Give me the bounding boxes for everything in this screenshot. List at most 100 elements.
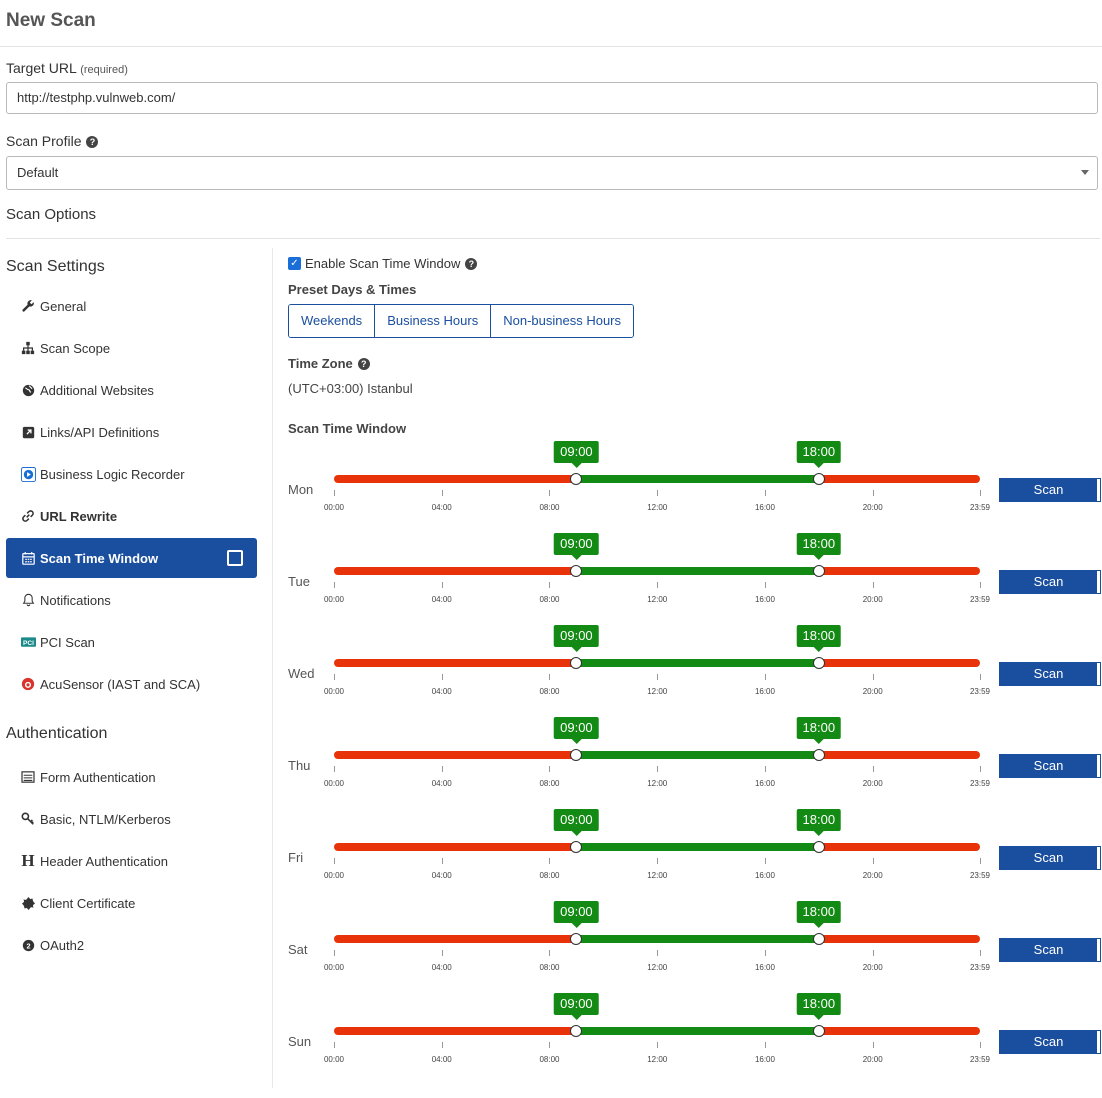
start-time-tooltip: 09:00	[554, 717, 599, 744]
tick-mark	[980, 674, 981, 680]
sidebar-item-general[interactable]: General	[6, 286, 257, 326]
sidebar-item-header-auth[interactable]: H Header Authentication	[6, 841, 257, 881]
scan-action-button[interactable]: Scan	[999, 754, 1101, 778]
day-row-thu: Thu 09:00 18:00 00:00 04:00 08:00 12:00 16:00 20…	[288, 714, 1101, 806]
tick-label: 00:00	[323, 595, 345, 604]
sidebar-item-links-api[interactable]: Links/API Definitions	[6, 412, 257, 452]
tick-mark	[549, 950, 551, 956]
preset-weekends-button[interactable]: Weekends	[289, 305, 376, 337]
scan-action-button[interactable]: Scan	[999, 478, 1101, 502]
time-slider-track[interactable]	[334, 659, 980, 667]
tick-label: 04:00	[431, 779, 452, 788]
sidebar-item-acusensor[interactable]: AcuSensor (IAST and SCA)	[6, 664, 257, 704]
tick-mark	[549, 674, 551, 680]
tick-mark	[764, 490, 766, 496]
tick-label: 08:00	[539, 503, 560, 512]
help-icon[interactable]: ?	[465, 257, 478, 270]
enable-window-label: Enable Scan Time Window	[305, 256, 461, 271]
enable-window-checkbox[interactable]: ✓	[288, 257, 301, 270]
help-icon[interactable]: ?	[357, 358, 370, 370]
sidebar-item-client-cert[interactable]: Client Certificate	[6, 883, 257, 923]
scan-action-button[interactable]: Scan	[999, 846, 1101, 870]
scan-profile-label: Scan Profile?	[6, 133, 99, 149]
tick-mark	[334, 858, 335, 864]
scan-options-heading: Scan Options	[6, 206, 97, 223]
time-slider-track[interactable]	[334, 751, 980, 759]
sidebar-item-scan-scope[interactable]: Scan Scope	[6, 328, 257, 368]
active-range	[576, 935, 819, 943]
sidebar-item-business-logic[interactable]: Business Logic Recorder	[6, 454, 257, 494]
sidebar-item-basic-ntlm[interactable]: Basic, NTLM/Kerberos	[6, 799, 257, 839]
tick-mark	[872, 490, 874, 496]
end-time-tooltip: 18:00	[796, 901, 842, 928]
end-handle[interactable]	[812, 1025, 825, 1037]
time-slider-track[interactable]	[334, 567, 980, 575]
tick-mark	[980, 490, 981, 496]
help-icon[interactable]: ?	[86, 136, 99, 148]
tick-label: 23:59	[969, 595, 991, 604]
end-handle[interactable]	[812, 657, 825, 669]
time-slider-track[interactable]	[334, 1027, 980, 1035]
start-time-tooltip: 09:00	[554, 901, 599, 928]
tick-label: 20:00	[862, 963, 883, 972]
start-handle[interactable]	[570, 473, 583, 485]
tick-mark	[441, 490, 443, 496]
start-handle[interactable]	[570, 933, 583, 945]
time-slider-track[interactable]	[334, 475, 980, 483]
tick-label: 00:00	[323, 963, 345, 972]
target-url-input[interactable]: http://testphp.vulnweb.com/	[6, 82, 1098, 114]
start-handle[interactable]	[570, 841, 583, 853]
tick-mark	[657, 858, 659, 864]
tick-mark	[764, 1042, 766, 1048]
required-note: (required)	[80, 64, 128, 76]
tick-mark	[657, 1042, 659, 1048]
scan-action-button[interactable]: Scan	[999, 938, 1101, 962]
end-handle[interactable]	[812, 473, 825, 485]
sidebar-item-notifications[interactable]: Notifications	[6, 580, 257, 620]
day-row-sat: Sat 09:00 18:00 00:00 04:00 08:00 12:00 16:00 20…	[288, 898, 1101, 990]
tick-mark	[334, 490, 335, 496]
tick-label: 16:00	[754, 503, 775, 512]
sidebar-item-additional-websites[interactable]: Additional Websites	[6, 370, 257, 410]
end-handle[interactable]	[812, 841, 825, 853]
end-handle[interactable]	[812, 749, 825, 761]
day-row-mon: Mon 09:00 18:00 00:00 04:00 08:00 12:00 16:00 20…	[288, 438, 1101, 530]
sidebar-item-oauth2[interactable]: 2 OAuth2	[6, 925, 257, 965]
tick-mark	[549, 766, 551, 772]
end-handle[interactable]	[812, 565, 825, 577]
tick-label: 00:00	[323, 503, 345, 512]
checked-icon	[227, 550, 243, 566]
day-label: Fri	[288, 850, 304, 865]
scan-action-button[interactable]: Scan	[999, 662, 1101, 686]
scan-action-button[interactable]: Scan	[999, 1030, 1101, 1054]
time-slider-track[interactable]	[334, 935, 980, 943]
timezone-value: (UTC+03:00) Istanbul	[288, 381, 413, 396]
tick-mark	[441, 858, 443, 864]
sidebar-item-scan-time-window[interactable]: Scan Time Window	[6, 538, 257, 578]
day-row-fri: Fri 09:00 18:00 00:00 04:00 08:00 12:00 16:00 20…	[288, 806, 1101, 898]
tick-mark	[334, 1042, 335, 1048]
preset-business-hours-button[interactable]: Business Hours	[375, 305, 492, 337]
tick-mark	[872, 1042, 874, 1048]
sidebar-item-form-auth[interactable]: Form Authentication	[6, 757, 257, 797]
tick-mark	[980, 766, 981, 772]
start-handle[interactable]	[570, 1025, 583, 1037]
tick-label: 12:00	[647, 503, 668, 512]
tick-label: 00:00	[323, 1055, 345, 1064]
start-time-tooltip: 09:00	[554, 809, 599, 836]
sidebar-item-url-rewrite[interactable]: URL Rewrite	[6, 496, 257, 536]
scan-action-button[interactable]: Scan	[999, 570, 1101, 594]
start-handle[interactable]	[570, 657, 583, 669]
time-slider-track[interactable]	[334, 843, 980, 851]
header-divider	[0, 46, 1102, 47]
start-handle[interactable]	[570, 749, 583, 761]
start-handle[interactable]	[570, 565, 583, 577]
preset-non-business-hours-button[interactable]: Non-business Hours	[491, 305, 634, 337]
end-handle[interactable]	[812, 933, 825, 945]
scan-profile-select[interactable]: Default	[6, 156, 1098, 190]
day-row-tue: Tue 09:00 18:00 00:00 04:00 08:00 12:00 16:00 20…	[288, 530, 1101, 622]
acusensor-icon	[20, 676, 36, 692]
sidebar-item-pci-scan[interactable]: PCI PCI Scan	[6, 622, 257, 662]
tick-label: 23:59	[969, 963, 991, 972]
tick-mark	[980, 1042, 981, 1048]
